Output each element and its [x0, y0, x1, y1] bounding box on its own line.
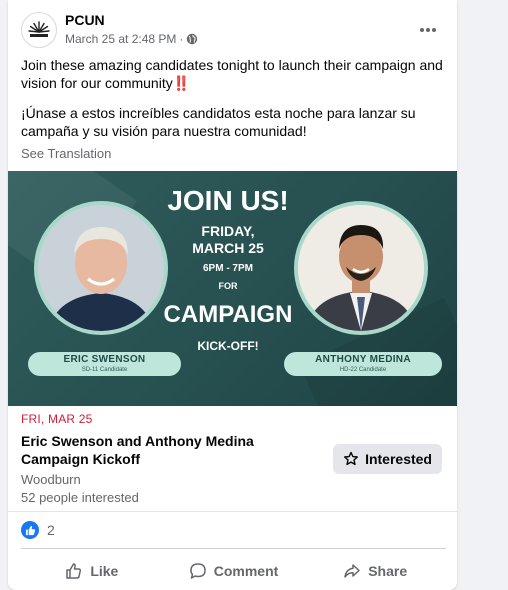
star-icon [344, 451, 359, 466]
event-date: FRI, MAR 25 [21, 412, 93, 426]
image-campaign: CAMPAIGN [163, 301, 293, 328]
post-actions: Like Comment Share [21, 556, 446, 586]
share-button[interactable]: Share [304, 556, 446, 586]
comment-icon [189, 563, 206, 579]
more-horizontal-icon [420, 28, 436, 32]
meta-separator: · [179, 32, 184, 46]
person-photo-illustration [38, 205, 164, 331]
post-text: Join these amazing candidates tonight to… [21, 56, 446, 152]
image-day: FRIDAY, [201, 223, 255, 239]
interested-button-label: Interested [365, 451, 432, 467]
right-name-pill: ANTHONY MEDINA HD-22 Candidate [284, 352, 442, 376]
post-timestamp[interactable]: March 25 at 2:48 PM [65, 32, 176, 46]
post-text-spanish: ¡Únase a estos increíbles candidatos est… [21, 105, 416, 139]
comment-button-label: Comment [213, 563, 279, 579]
left-candidate-role: SD-11 Candidate [81, 367, 128, 373]
post-card: PCUN March 25 at 2:48 PM · Join these am… [8, 0, 457, 590]
event-title[interactable]: Eric Swenson and Anthony Medina Campaign… [21, 432, 321, 468]
post-text-english-content: Join these amazing candidates tonight to… [21, 57, 443, 91]
thumbs-up-icon [25, 525, 35, 535]
post-meta: March 25 at 2:48 PM · [65, 32, 198, 46]
person-photo-illustration [298, 205, 424, 331]
image-date: MARCH 25 [192, 240, 264, 256]
reaction-count: 2 [47, 522, 55, 538]
thumbs-up-outline-icon [66, 563, 82, 579]
page-avatar[interactable] [21, 12, 57, 48]
left-name-pill: ERIC SWENSON SD-11 Candidate [28, 352, 181, 376]
comment-button[interactable]: Comment [163, 556, 305, 586]
event-cover-image[interactable]: JOIN US! FRIDAY, MARCH 25 6PM - 7PM FOR … [8, 171, 457, 406]
globe-icon[interactable] [186, 33, 198, 45]
event-location: Woodburn [21, 472, 81, 487]
see-translation-link[interactable]: See Translation [21, 146, 111, 161]
like-reaction-badge [21, 521, 39, 539]
anthony-medina-photo [294, 201, 428, 335]
image-for: FOR [218, 281, 238, 291]
image-headline: JOIN US! [167, 185, 289, 216]
pcun-logo-icon [28, 21, 50, 37]
more-options-button[interactable] [414, 16, 442, 44]
share-icon [344, 564, 360, 578]
right-candidate-name: ANTHONY MEDINA [315, 354, 411, 365]
post-text-english: Join these amazing candidates tonight to… [21, 56, 446, 92]
left-candidate-name: ERIC SWENSON [63, 354, 146, 365]
page-name[interactable]: PCUN [65, 12, 105, 28]
right-candidate-role: HD-22 Candidate [339, 367, 387, 373]
like-button[interactable]: Like [21, 556, 163, 586]
share-button-label: Share [368, 563, 408, 579]
reaction-summary[interactable]: 2 [21, 521, 55, 539]
like-button-label: Like [90, 563, 119, 579]
image-time: 6PM - 7PM [202, 263, 253, 274]
double-exclamation-emoji: ‼️ [172, 75, 191, 91]
event-interested-count: 52 people interested [21, 490, 139, 505]
image-kickoff: KICK-OFF! [197, 339, 259, 353]
divider [8, 511, 457, 512]
post-header: PCUN March 25 at 2:48 PM · [21, 12, 446, 52]
interested-button[interactable]: Interested [333, 444, 442, 474]
divider [21, 548, 446, 549]
